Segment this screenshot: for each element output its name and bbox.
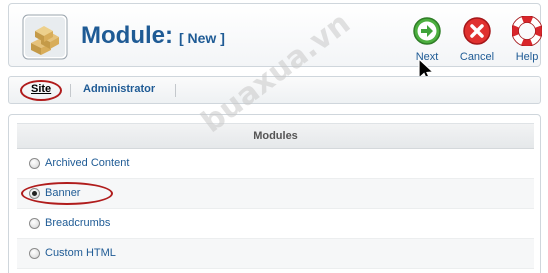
module-label[interactable]: Archived Content (45, 157, 129, 169)
module-label[interactable]: Banner (45, 187, 80, 199)
module-row-archived-content[interactable]: Archived Content (17, 149, 534, 179)
cancel-button[interactable]: Cancel (454, 16, 500, 63)
module-radio[interactable] (29, 248, 40, 259)
page-subtitle: [ New ] (178, 30, 225, 46)
tab-separator (70, 84, 71, 97)
x-circle-icon (463, 17, 491, 45)
module-radio[interactable] (29, 218, 40, 229)
module-radio[interactable] (29, 188, 40, 199)
toolbar-panel: Module: [ New ] Next Cancel Help (8, 3, 542, 67)
tab-administrator[interactable]: Administrator (83, 83, 155, 95)
tab-site[interactable]: Site (31, 83, 51, 95)
page-title-text: Module: (81, 22, 173, 49)
help-button[interactable]: Help (504, 16, 548, 63)
tab-separator (175, 84, 176, 97)
module-row-banner[interactable]: Banner (17, 179, 534, 209)
module-label[interactable]: Custom HTML (45, 247, 116, 259)
modules-table: Modules Archived Content Banner Breadcru… (17, 123, 534, 269)
module-row-custom-html[interactable]: Custom HTML (17, 239, 534, 269)
arrow-right-circle-icon (413, 17, 441, 45)
module-radio[interactable] (29, 158, 40, 169)
help-button-label: Help (515, 51, 539, 63)
modules-header: Modules (17, 124, 534, 149)
lifebuoy-icon (512, 16, 542, 46)
modules-panel: Modules Archived Content Banner Breadcru… (8, 114, 541, 273)
module-boxes-icon (22, 14, 68, 60)
module-label[interactable]: Breadcrumbs (45, 217, 110, 229)
page-title: Module: [ New ] (81, 22, 225, 50)
cancel-button-label: Cancel (459, 51, 495, 63)
module-row-breadcrumbs[interactable]: Breadcrumbs (17, 209, 534, 239)
tab-bar: Site Administrator (8, 76, 541, 104)
next-button[interactable]: Next (404, 16, 450, 63)
